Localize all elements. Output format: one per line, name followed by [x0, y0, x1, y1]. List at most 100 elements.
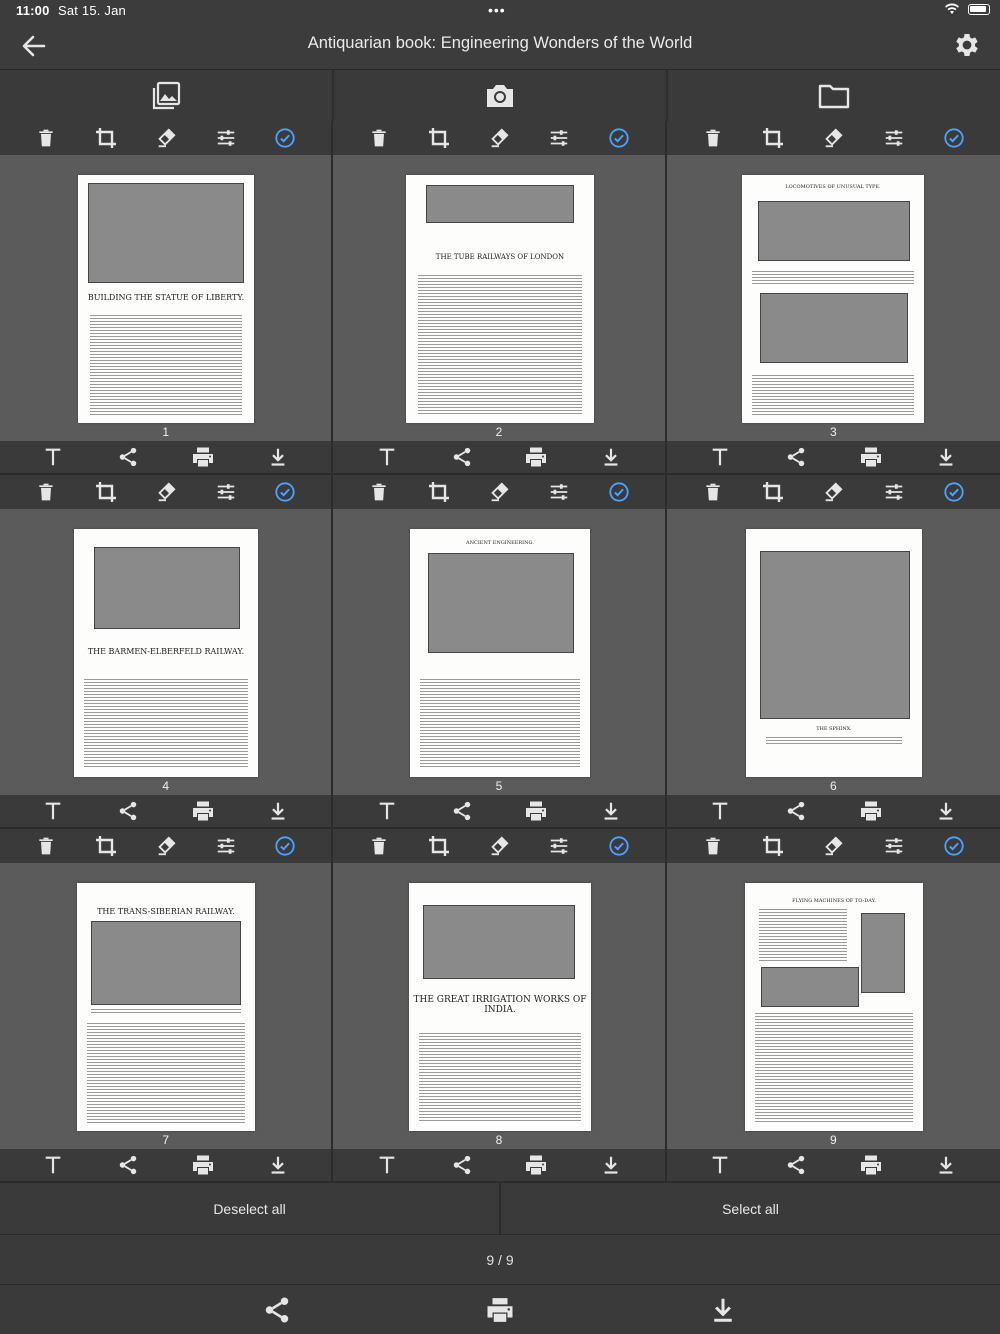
text-icon[interactable] [41, 445, 65, 469]
delete-icon[interactable] [701, 480, 725, 504]
adjust-icon[interactable] [547, 126, 571, 150]
share-icon[interactable] [450, 799, 474, 823]
print-icon[interactable] [859, 1153, 883, 1177]
gear-icon[interactable] [952, 30, 982, 60]
crop-icon[interactable] [427, 480, 451, 504]
download-icon[interactable] [266, 445, 290, 469]
text-icon[interactable] [708, 799, 732, 823]
text-icon[interactable] [708, 445, 732, 469]
download-icon[interactable] [599, 445, 623, 469]
share-icon[interactable] [450, 1153, 474, 1177]
adjust-icon[interactable] [214, 834, 238, 858]
eraser-icon[interactable] [487, 126, 511, 150]
page-preview-area[interactable]: THE BARMEN-ELBERFELD RAILWAY. 4 [0, 509, 332, 795]
eraser-icon[interactable] [487, 480, 511, 504]
page-thumbnail[interactable]: THE SPHINX. [745, 529, 922, 777]
page-card[interactable]: THE TUBE RAILWAYS OF LONDON 2 [333, 121, 667, 475]
folder-button[interactable] [668, 70, 1000, 121]
download-icon[interactable] [934, 445, 958, 469]
delete-icon[interactable] [367, 126, 391, 150]
delete-icon[interactable] [367, 834, 391, 858]
eraser-icon[interactable] [821, 126, 845, 150]
print-icon[interactable] [191, 799, 215, 823]
delete-icon[interactable] [34, 480, 58, 504]
delete-icon[interactable] [34, 834, 58, 858]
page-card[interactable]: THE GREAT IRRIGATION WORKS OF INDIA. 8 [333, 829, 667, 1183]
crop-icon[interactable] [761, 126, 785, 150]
page-thumbnail[interactable]: LOCOMOTIVES OF UNUSUAL TYPE. [741, 175, 924, 423]
page-preview-area[interactable]: THE TRANS-SIBERIAN RAILWAY. 7 [0, 863, 332, 1149]
eraser-icon[interactable] [821, 834, 845, 858]
crop-icon[interactable] [94, 834, 118, 858]
eraser-icon[interactable] [154, 480, 178, 504]
crop-icon[interactable] [427, 126, 451, 150]
page-thumbnail[interactable]: THE GREAT IRRIGATION WORKS OF INDIA. [408, 883, 591, 1131]
share-icon[interactable] [784, 1153, 808, 1177]
text-icon[interactable] [41, 1153, 65, 1177]
camera-button[interactable] [334, 70, 668, 121]
print-icon[interactable] [859, 799, 883, 823]
back-arrow-icon[interactable] [20, 32, 48, 60]
download-icon[interactable] [599, 799, 623, 823]
check-icon[interactable] [942, 126, 966, 150]
deselect-all-button[interactable]: Deselect all [0, 1183, 501, 1234]
download-icon[interactable] [266, 799, 290, 823]
eraser-icon[interactable] [154, 834, 178, 858]
text-icon[interactable] [375, 1153, 399, 1177]
page-thumbnail[interactable]: FLYING MACHINES OF TO-DAY. [744, 883, 923, 1131]
print-icon[interactable] [524, 445, 548, 469]
crop-icon[interactable] [427, 834, 451, 858]
adjust-icon[interactable] [547, 480, 571, 504]
text-icon[interactable] [708, 1153, 732, 1177]
eraser-icon[interactable] [154, 126, 178, 150]
page-preview-area[interactable]: ANCIENT ENGINEERING. 5 [333, 509, 665, 795]
adjust-icon[interactable] [882, 126, 906, 150]
adjust-icon[interactable] [882, 834, 906, 858]
adjust-icon[interactable] [547, 834, 571, 858]
share-icon[interactable] [450, 445, 474, 469]
page-card[interactable]: ANCIENT ENGINEERING. 5 [333, 475, 667, 829]
share-icon[interactable] [784, 799, 808, 823]
check-icon[interactable] [273, 480, 297, 504]
page-card[interactable]: THE BARMEN-ELBERFELD RAILWAY. 4 [0, 475, 334, 829]
page-thumbnail[interactable]: BUILDING THE STATUE OF LIBERTY. [78, 175, 254, 423]
page-thumbnail[interactable]: THE TUBE RAILWAYS OF LONDON [405, 175, 594, 423]
page-preview-area[interactable]: THE SPHINX. 6 [666, 509, 1000, 795]
download-icon[interactable] [708, 1295, 738, 1325]
eraser-icon[interactable] [487, 834, 511, 858]
page-preview-area[interactable]: BUILDING THE STATUE OF LIBERTY. 1 [0, 155, 332, 441]
text-icon[interactable] [41, 799, 65, 823]
print-icon[interactable] [524, 799, 548, 823]
page-card[interactable]: BUILDING THE STATUE OF LIBERTY. 1 [0, 121, 334, 475]
crop-icon[interactable] [761, 834, 785, 858]
print-icon[interactable] [524, 1153, 548, 1177]
print-icon[interactable] [191, 445, 215, 469]
adjust-icon[interactable] [214, 480, 238, 504]
print-icon[interactable] [859, 445, 883, 469]
page-preview-area[interactable]: THE TUBE RAILWAYS OF LONDON 2 [333, 155, 665, 441]
share-icon[interactable] [262, 1295, 292, 1325]
delete-icon[interactable] [34, 126, 58, 150]
download-icon[interactable] [934, 1153, 958, 1177]
delete-icon[interactable] [701, 126, 725, 150]
page-preview-area[interactable]: LOCOMOTIVES OF UNUSUAL TYPE. 3 [666, 155, 1000, 441]
print-icon[interactable] [485, 1295, 515, 1325]
page-thumbnail[interactable]: THE TRANS-SIBERIAN RAILWAY. [77, 883, 255, 1131]
page-card[interactable]: LOCOMOTIVES OF UNUSUAL TYPE. 3 [666, 121, 1000, 475]
multitasking-dots[interactable]: ••• [488, 2, 506, 18]
download-icon[interactable] [934, 799, 958, 823]
adjust-icon[interactable] [214, 126, 238, 150]
crop-icon[interactable] [761, 480, 785, 504]
page-thumbnail[interactable]: ANCIENT ENGINEERING. [409, 529, 590, 777]
check-icon[interactable] [273, 126, 297, 150]
check-icon[interactable] [273, 834, 297, 858]
share-icon[interactable] [116, 799, 140, 823]
page-thumbnail[interactable]: THE BARMEN-ELBERFELD RAILWAY. [74, 529, 258, 777]
adjust-icon[interactable] [882, 480, 906, 504]
share-icon[interactable] [116, 1153, 140, 1177]
delete-icon[interactable] [367, 480, 391, 504]
crop-icon[interactable] [94, 126, 118, 150]
check-icon[interactable] [607, 480, 631, 504]
check-icon[interactable] [607, 126, 631, 150]
select-all-button[interactable]: Select all [501, 1183, 1000, 1234]
